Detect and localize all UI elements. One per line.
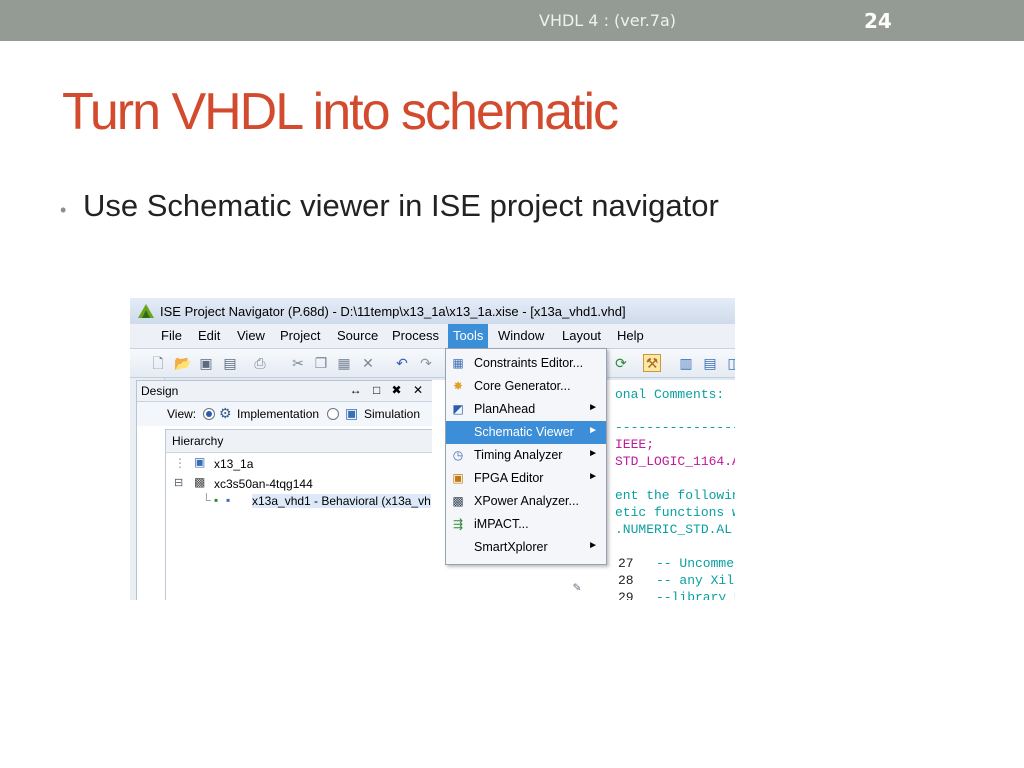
refresh-icon[interactable]: ⟳ (613, 355, 629, 371)
line-number: 28 (618, 573, 634, 588)
collapse-icon[interactable]: ⊟ (174, 476, 183, 489)
delete-icon[interactable]: ✕ (360, 355, 376, 371)
code-line: ent the followin (615, 488, 735, 503)
layout-icon[interactable]: ▥ (678, 355, 694, 371)
submenu-arrow-icon: ► (588, 402, 598, 413)
code-line: IEEE; (615, 437, 655, 452)
code-line: ---------------- (615, 420, 735, 435)
undo-icon[interactable]: ↶ (394, 355, 410, 371)
core-generator-icon: ✸ (452, 379, 464, 393)
menu-source[interactable]: Source (337, 328, 378, 343)
print-icon[interactable]: ⎙ (252, 355, 268, 371)
submenu-arrow-icon: ► (588, 425, 598, 436)
design-panel-title: Design (141, 384, 179, 398)
new-file-icon[interactable]: 🗋 (150, 355, 166, 371)
menu-help[interactable]: Help (617, 328, 644, 343)
menu-project[interactable]: Project (280, 328, 320, 343)
tools-dropdown-menu: ▦ Constraints Editor... ✸ Core Generator… (445, 348, 607, 565)
paste-icon[interactable]: ▦ (336, 355, 352, 371)
submenu-arrow-icon: ► (588, 540, 598, 551)
open-folder-icon[interactable]: 📂 (174, 355, 191, 371)
hierarchy-label: Hierarchy (172, 434, 224, 448)
line-number: 29 (618, 590, 634, 600)
implementation-icon: ⚙ (219, 405, 232, 421)
constraints-editor-icon: ▦ (452, 356, 464, 370)
planahead-icon: ◩ (452, 402, 464, 416)
menu-window[interactable]: Window (498, 328, 544, 343)
tree-line-icon: ⋮ (174, 456, 186, 470)
project-icon: ▣ (194, 455, 206, 469)
menu-item-planahead[interactable]: ◩ PlanAhead ► (446, 398, 606, 421)
menu-item-smartxplorer[interactable]: SmartXplorer ► (446, 536, 606, 559)
submenu-arrow-icon: ► (588, 471, 598, 482)
tree-item-module[interactable]: x13a_vhd1 - Behavioral (x13a_vh (252, 494, 431, 508)
view-label: View: (167, 407, 197, 421)
view-selector: View: ⚙ Implementation ▣ Simulation (137, 402, 433, 426)
chip-icon: ▩ (194, 475, 206, 489)
menubar: File Edit View Project Source Process To… (130, 324, 735, 349)
save-icon[interactable]: ▣ (198, 355, 214, 371)
hierarchy-header: Hierarchy (166, 430, 434, 453)
menu-item-xpower-analyzer[interactable]: ▩ XPower Analyzer... (446, 490, 606, 513)
menu-item-fpga-editor[interactable]: ▣ FPGA Editor ► (446, 467, 606, 490)
window-split-icon[interactable]: ◫ (726, 355, 735, 371)
window-tile-icon[interactable]: ▤ (702, 355, 718, 371)
vhdl-module-icon: ▪ (214, 493, 219, 507)
menu-edit[interactable]: Edit (198, 328, 220, 343)
menu-item-schematic-viewer[interactable]: Schematic Viewer ► (446, 421, 606, 444)
implementation-label: Implementation (237, 407, 320, 421)
window-title: ISE Project Navigator (P.68d) - D:\11tem… (160, 304, 626, 319)
save-all-icon[interactable]: ▤ (222, 355, 238, 371)
implementation-radio[interactable] (203, 408, 215, 420)
simulation-radio[interactable] (327, 408, 339, 420)
code-line: -- any Xilinx primitives (656, 573, 735, 588)
timing-analyzer-icon: ◷ (452, 448, 464, 462)
menu-item-constraints-editor[interactable]: ▦ Constraints Editor... (446, 352, 606, 375)
menu-item-timing-analyzer[interactable]: ◷ Timing Analyzer ► (446, 444, 606, 467)
ise-screenshot: ISE Project Navigator (P.68d) - D:\11tem… (130, 298, 735, 600)
slide-page-number: 24 (864, 9, 892, 33)
menu-item-core-generator[interactable]: ✸ Core Generator... (446, 375, 606, 398)
panel-controls[interactable]: ↔ □ ✖ ✕ (350, 383, 427, 397)
design-panel: Design ↔ □ ✖ ✕ View: ⚙ Implementation ▣ … (136, 380, 435, 600)
code-line: -- Uncomment the followin (656, 556, 735, 571)
menu-item-impact[interactable]: ⇶ iMPACT... (446, 513, 606, 536)
cut-icon[interactable]: ✂ (290, 355, 306, 371)
bullet-dot-icon: • (60, 200, 67, 220)
redo-icon[interactable]: ↷ (418, 355, 434, 371)
code-line: etic functions w (615, 505, 735, 520)
simulation-label: Simulation (364, 407, 421, 421)
toolbar: 🗋 📂 ▣ ▤ ⎙ ✂ ❐ ▦ ✕ ↶ ↷ ⟳ ⚒ ▥ ▤ ◫ (130, 349, 735, 378)
copy-icon[interactable]: ❐ (313, 355, 329, 371)
fpga-editor-icon: ▣ (452, 471, 464, 485)
submenu-arrow-icon: ► (588, 448, 598, 459)
slide-bullet: Use Schematic viewer in ISE project navi… (83, 188, 719, 223)
slide-header-bar: VHDL 4 : (ver.7a) 24 (0, 0, 1024, 41)
code-line: STD_LOGIC_1164.A (615, 454, 735, 469)
menu-process[interactable]: Process (392, 328, 439, 343)
slide-title: Turn VHDL into schematic (62, 83, 619, 141)
menu-file[interactable]: File (161, 328, 182, 343)
impact-icon: ⇶ (452, 517, 464, 531)
design-panel-caption: Design ↔ □ ✖ ✕ (137, 381, 433, 402)
ise-logo-icon (138, 304, 154, 318)
window-titlebar: ISE Project Navigator (P.68d) - D:\11tem… (130, 298, 735, 324)
code-line: .NUMERIC_STD.AL (615, 522, 733, 537)
vhdl-module-icon-2: ▪ (226, 493, 231, 507)
xpower-analyzer-icon: ▩ (452, 494, 464, 508)
hierarchy-panel: Hierarchy ⋮ ▣ x13_1a ⊟ ▩ xc3s50an-4tqg14… (165, 429, 435, 600)
slide-header-text: VHDL 4 : (ver.7a) (539, 11, 677, 30)
code-line: --library UNISIM; (656, 590, 735, 600)
code-line: onal Comments: (615, 387, 725, 402)
menu-tools[interactable]: Tools (448, 324, 489, 348)
editor-side-icon-2[interactable]: ✎ (573, 580, 581, 595)
line-number: 27 (618, 556, 634, 571)
menu-view[interactable]: View (237, 328, 265, 343)
menu-layout[interactable]: Layout (562, 328, 601, 343)
tree-branch-icon: └ (202, 493, 211, 507)
tree-item-project[interactable]: x13_1a (214, 457, 253, 471)
tree-item-device[interactable]: xc3s50an-4tqg144 (214, 477, 313, 491)
tool-wand-icon[interactable]: ⚒ (643, 354, 661, 372)
simulation-icon: ▣ (345, 405, 359, 421)
